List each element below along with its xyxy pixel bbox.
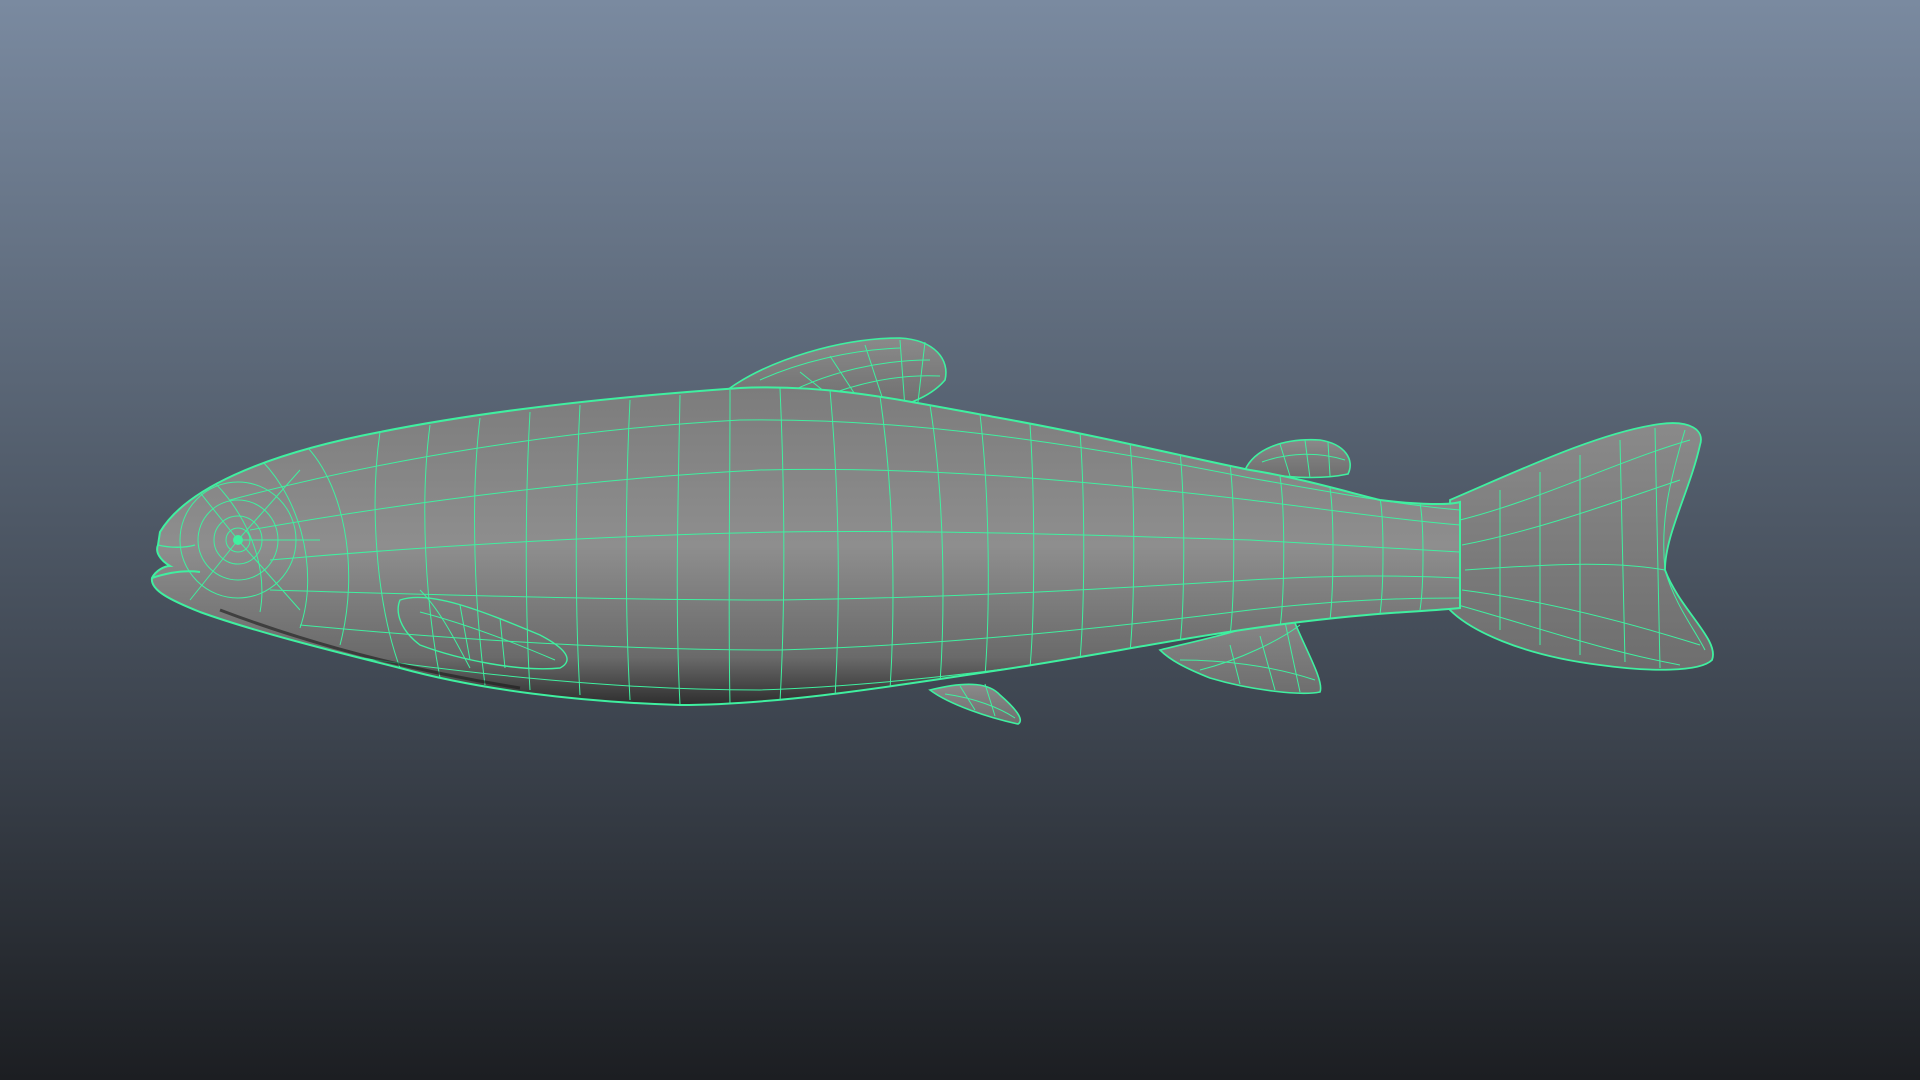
caudal-fin: [1449, 422, 1714, 671]
pelvic-fin: [928, 683, 1022, 725]
fish-wireframe-model[interactable]: [0, 0, 1920, 1080]
3d-viewport[interactable]: [0, 0, 1920, 1080]
eye: [233, 535, 243, 545]
